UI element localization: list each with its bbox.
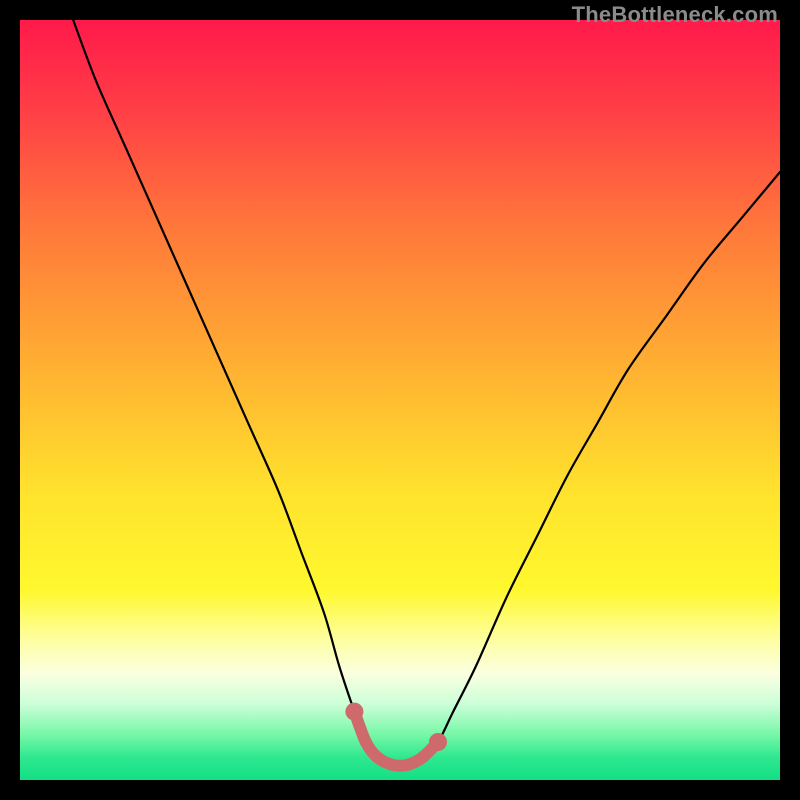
chart-plot-area [20,20,780,780]
chart-background-gradient [20,20,780,780]
watermark-text: TheBottleneck.com [572,2,778,28]
optimal-range-dot [345,703,363,721]
optimal-range-dot [417,751,429,763]
optimal-range-dot [386,759,398,771]
optimal-range-dot [371,751,383,763]
optimal-range-dot [360,736,372,748]
chart-svg [20,20,780,780]
optimal-range-dot [429,733,447,751]
chart-frame: TheBottleneck.com [0,0,800,800]
optimal-range-dot [402,759,414,771]
